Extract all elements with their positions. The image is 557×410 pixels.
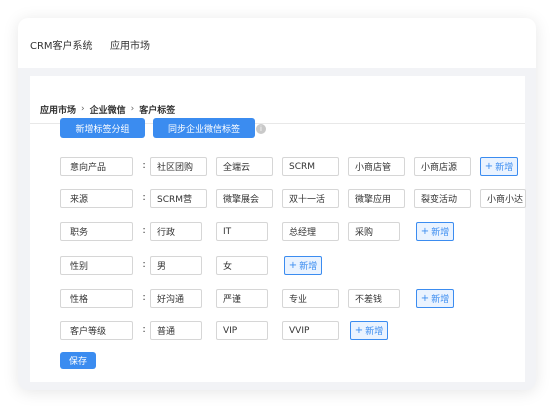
breadcrumb-app-market[interactable]: 应用市场	[40, 103, 76, 116]
tag-chip[interactable]: 严谨	[216, 289, 268, 308]
tag-chip[interactable]: 不差钱	[348, 289, 400, 308]
tag-chip[interactable]: SCRM营	[150, 189, 207, 208]
plus-icon: +	[484, 161, 494, 172]
add-tag-button[interactable]: + 新增	[416, 289, 454, 308]
info-icon[interactable]: i	[256, 124, 266, 134]
top-nav-bar: CRM客户系统 应用市场	[18, 18, 536, 68]
tag-chip[interactable]: 女	[216, 256, 268, 275]
tag-chip[interactable]: 裂变活动	[414, 189, 471, 208]
tag-chip[interactable]: 双十一活	[282, 189, 339, 208]
colon-separator: :	[142, 160, 146, 171]
add-tag-label: 新增	[431, 295, 450, 305]
tag-chip[interactable]: 全端云	[216, 157, 273, 176]
tag-chip[interactable]: VIP	[216, 321, 268, 340]
tag-chip[interactable]: 小商店管	[348, 157, 405, 176]
tag-group-label: 客户等级	[60, 321, 133, 340]
tag-group-label: 性格	[60, 289, 133, 308]
tag-group-label: 意向产品	[60, 157, 133, 176]
colon-separator: :	[142, 324, 146, 335]
tag-group-label: 职务	[60, 222, 133, 241]
tag-group-label: 性别	[60, 256, 133, 275]
tag-chip[interactable]: VVIP	[282, 321, 339, 340]
tag-chip[interactable]: 普通	[150, 321, 202, 340]
nav-app-market[interactable]: 应用市场	[110, 37, 150, 52]
plus-icon: +	[354, 325, 364, 336]
plus-icon: +	[420, 293, 430, 304]
plus-icon: +	[288, 260, 298, 271]
add-tag-button[interactable]: + 新增	[480, 157, 518, 176]
add-tag-label: 新增	[365, 327, 384, 337]
tag-chip[interactable]: 采购	[348, 222, 400, 241]
add-tag-button[interactable]: + 新增	[284, 256, 322, 275]
tag-chip[interactable]: 好沟通	[150, 289, 202, 308]
tag-chip[interactable]: 小商店源	[414, 157, 471, 176]
breadcrumb-separator: ›	[81, 104, 85, 114]
tag-chip[interactable]: 男	[150, 256, 202, 275]
nav-crm-system[interactable]: CRM客户系统	[30, 37, 93, 52]
colon-separator: :	[142, 192, 146, 203]
tag-group-label: 来源	[60, 189, 133, 208]
colon-separator: :	[142, 259, 146, 270]
plus-icon: +	[420, 226, 430, 237]
tag-chip[interactable]: 微擎展会	[216, 189, 273, 208]
add-tag-button[interactable]: + 新增	[350, 321, 388, 340]
add-tag-label: 新增	[495, 163, 514, 173]
add-tag-label: 新增	[431, 228, 450, 238]
tag-chip[interactable]: 小商小达	[480, 189, 526, 208]
breadcrumb-customer-tags: 客户标签	[139, 105, 176, 116]
tag-chip[interactable]: IT	[216, 222, 268, 241]
new-tag-group-button[interactable]: 新增标签分组	[60, 118, 145, 138]
breadcrumb-separator: ›	[130, 104, 135, 114]
tag-chip[interactable]: 专业	[282, 289, 339, 308]
sync-wecom-tags-button[interactable]: 同步企业微信标签	[153, 118, 255, 138]
tag-chip[interactable]: 总经理	[282, 222, 339, 241]
save-button[interactable]: 保存	[60, 352, 96, 369]
colon-separator: :	[142, 292, 146, 303]
breadcrumb: 应用市场 › 企业微信 › 客户标签	[40, 102, 175, 116]
tag-chip[interactable]: 微擎应用	[348, 189, 405, 208]
tag-chip[interactable]: 行政	[150, 222, 202, 241]
add-tag-button[interactable]: + 新增	[416, 222, 454, 241]
add-tag-label: 新增	[299, 262, 318, 272]
colon-separator: :	[142, 225, 146, 236]
tag-chip[interactable]: SCRM	[282, 157, 339, 176]
tag-chip[interactable]: 社区团购	[150, 157, 207, 176]
breadcrumb-wecom[interactable]: 企业微信	[90, 103, 126, 116]
